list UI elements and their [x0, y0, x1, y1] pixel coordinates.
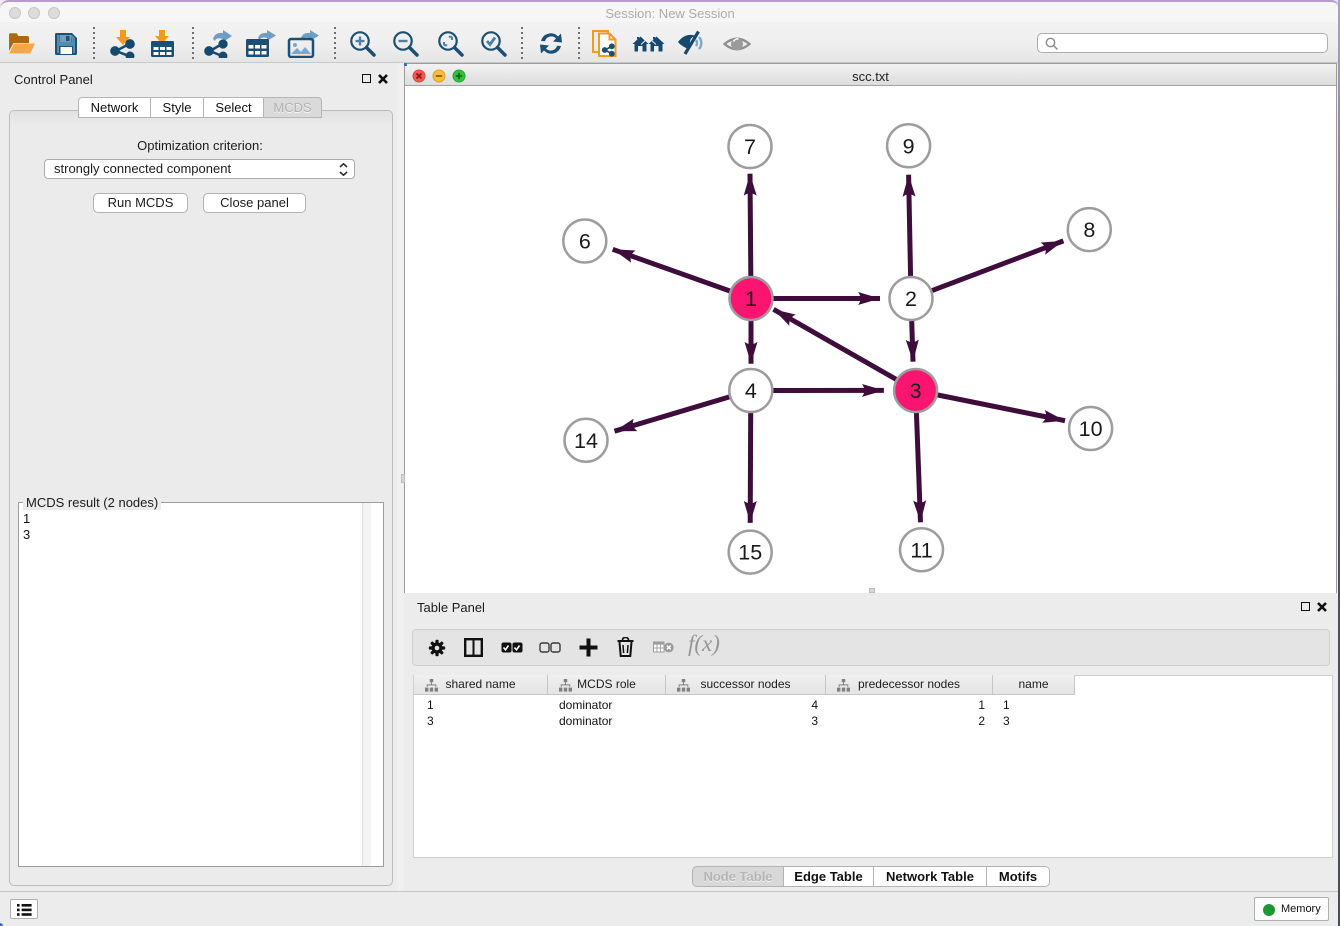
svg-text:2: 2 — [905, 287, 917, 311]
svg-text:10: 10 — [1079, 417, 1103, 441]
svg-text:11: 11 — [910, 538, 932, 562]
svg-text:7: 7 — [744, 135, 756, 159]
svg-text:14: 14 — [574, 429, 598, 453]
svg-text:4: 4 — [745, 379, 757, 403]
svg-text:9: 9 — [903, 134, 915, 158]
svg-text:15: 15 — [738, 541, 762, 565]
svg-text:8: 8 — [1083, 218, 1095, 242]
svg-text:3: 3 — [910, 379, 922, 403]
svg-text:1: 1 — [745, 287, 757, 311]
svg-text:6: 6 — [579, 230, 591, 254]
